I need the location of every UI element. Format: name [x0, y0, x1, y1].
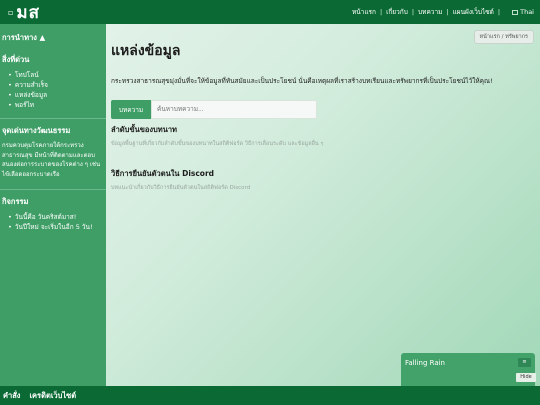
sidebar-heading-culture: จุดเด่นทางวัฒนธรรม — [2, 126, 71, 135]
sidebar-divider — [0, 189, 106, 190]
event-item-1: วันนี้คือ วันคริสต์มาส! — [8, 212, 106, 222]
flag-icon — [512, 9, 519, 15]
site-logo[interactable]: ▫ มส — [8, 0, 40, 26]
footer: คำสั่ง เครดิตเว็บไซต์ — [0, 386, 540, 405]
sidebar-divider — [0, 118, 106, 119]
nav-articles[interactable]: บทความ — [418, 7, 442, 17]
logo-text: มส — [16, 2, 41, 23]
navigation-toggle[interactable]: การนำทาง ▲ — [0, 32, 106, 44]
section-title-ranks[interactable]: ลำดับขั้นของบทนาท — [111, 124, 540, 136]
section-desc-ranks: ข้อมูลพื้นฐานที่เกี่ยวกับลำดับขั้นของบทน… — [111, 141, 324, 147]
search-input[interactable] — [151, 100, 317, 119]
top-nav: หน้าแรก | เกี่ยวกับ | บทความ | แผนผังเว็บไซ… — [352, 0, 534, 24]
language-selector[interactable]: Thai — [512, 8, 534, 16]
footer-link-credits[interactable]: เครดิตเว็บไซต์ — [29, 390, 76, 402]
nav-home[interactable]: หน้าแรก — [352, 7, 376, 17]
events-list: วันนี้คือ วันคริสต์มาส! วันปีใหม่ จะเริ่… — [0, 212, 106, 232]
event-item-2: วันปีใหม่ จะเริ่มในอีก 5 วัน! — [8, 222, 106, 232]
sidebar-item-3[interactable]: แหล่งข้อมูล — [8, 90, 106, 100]
nav-separator: | — [411, 8, 415, 16]
sidebar: การนำทาง ▲ สิ่งที่ด่วน โทปโลน์ ความสำเร็… — [0, 24, 106, 386]
main-content: หน้าแรก / ทรัพยากร แหล่งข้อมูล กระทรวงสา… — [106, 24, 540, 386]
hide-button[interactable]: Hide — [516, 373, 536, 382]
sidebar-heading-events: กิจกรรม — [2, 197, 29, 206]
menu-icon[interactable]: ≡ — [518, 358, 531, 367]
nav-separator: | — [379, 8, 383, 16]
quick-links-list: โทปโลน์ ความสำเร็จ แหล่งข้อมูล พอร์ไท — [0, 70, 106, 110]
top-bar: ▫ มส หน้าแรก | เกี่ยวกับ | บทความ | แผนผังเ… — [0, 0, 540, 24]
sidebar-item-2[interactable]: ความสำเร็จ — [8, 80, 106, 90]
intro-text: กระทรวงสาธารณสุขมุ่งมั่นที่จะให้ข้อมูลที… — [111, 77, 493, 85]
footer-link-commands[interactable]: คำสั่ง — [3, 390, 20, 402]
music-title: Falling Rain — [405, 359, 445, 367]
language-label: Thai — [520, 8, 534, 16]
sidebar-heading-quick: สิ่งที่ด่วน — [2, 55, 30, 64]
search-row: บทความ — [111, 100, 540, 119]
section-desc-discord: บทแนะนำเกี่ยวกับวิธีการยืนยันตัวตนในสถิต… — [111, 185, 251, 191]
sidebar-item-1[interactable]: โทปโลน์ — [8, 70, 106, 80]
sidebar-item-4[interactable]: พอร์ไท — [8, 100, 106, 110]
nav-about[interactable]: เกี่ยวกับ — [386, 7, 408, 17]
logo-image-icon: ▫ — [8, 7, 14, 17]
search-type-button[interactable]: บทความ — [111, 100, 151, 119]
section-title-discord[interactable]: วิธีการยืนยันตัวตนใน Discord — [111, 168, 540, 180]
culture-text: กรมควบคุมโรคภายใต้กระทรวงสาธารณสุข มีหน้… — [2, 142, 101, 178]
nav-separator: | — [497, 8, 501, 16]
nav-sitemap[interactable]: แผนผังเว็บไซต์ — [453, 7, 494, 17]
nav-separator: | — [446, 8, 449, 16]
breadcrumb[interactable]: หน้าแรก / ทรัพยากร — [473, 30, 534, 44]
